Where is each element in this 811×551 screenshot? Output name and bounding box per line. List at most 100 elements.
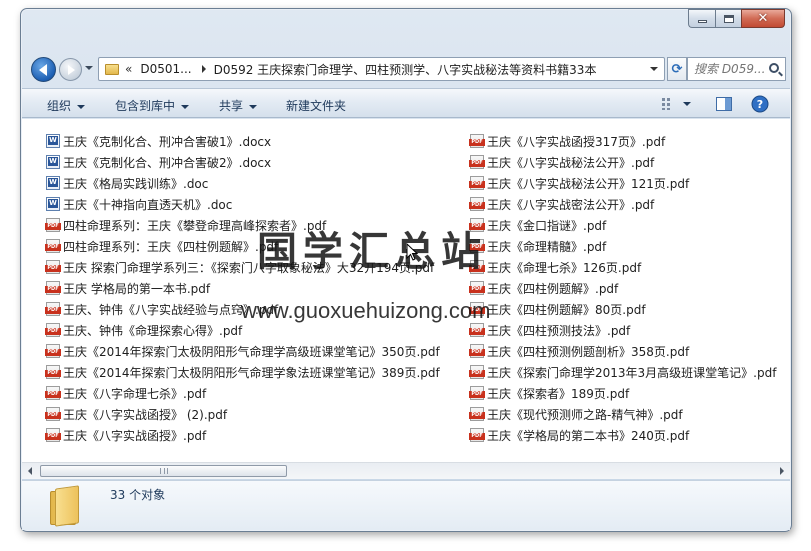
file-item[interactable]: 王庆《四柱预测例题剖析》358页.pdf	[469, 341, 690, 361]
file-item[interactable]: 王庆《金口指谜》.pdf	[469, 215, 606, 235]
caption-buttons: ✕	[688, 9, 785, 28]
file-item[interactable]: 王庆《四柱预测技法》.pdf	[469, 320, 631, 340]
maximize-button[interactable]	[715, 9, 741, 28]
file-name: 王庆《2014年探索门太极阴阳形气命理学象法班课堂笔记》389页.pdf	[63, 365, 440, 380]
file-item[interactable]: 王庆 学格局的第一本书.pdf	[45, 278, 211, 298]
help-button[interactable]: ?	[751, 95, 769, 116]
pdf-file-icon	[469, 155, 485, 169]
file-item[interactable]: 王庆《八字命理七杀》.pdf	[45, 383, 206, 403]
forward-arrow-icon	[68, 64, 75, 75]
pdf-file-icon	[45, 218, 61, 232]
file-item[interactable]: 王庆《学格局的第二本书》240页.pdf	[469, 425, 690, 445]
command-bar: 组织 包含到库中 共享 新建文件夹 ?	[22, 88, 790, 118]
pdf-file-icon	[45, 239, 61, 253]
address-dropdown-icon[interactable]	[650, 67, 658, 71]
views-icon	[662, 98, 691, 110]
pdf-file-icon	[469, 386, 485, 400]
file-item[interactable]: 王庆《格局实践训练》.doc	[46, 173, 208, 193]
help-icon: ?	[751, 95, 769, 113]
file-name: 王庆《八字实战密法公开》.pdf	[487, 197, 655, 212]
word-file-icon	[46, 197, 60, 211]
file-item[interactable]: 王庆《八字实战秘法公开》.pdf	[469, 152, 655, 172]
share-button[interactable]: 共享	[219, 97, 258, 114]
file-name: 王庆《命理七杀》126页.pdf	[487, 260, 642, 275]
recent-pages-dropdown[interactable]	[85, 66, 93, 70]
file-item[interactable]: 王庆《现代预测师之路-精气神》.pdf	[469, 404, 683, 424]
breadcrumb-current[interactable]: D0592 王庆探索门命理学、四柱预测学、八字实战秘法等资料书籍33本	[214, 61, 597, 78]
file-name: 王庆 学格局的第一本书.pdf	[63, 281, 211, 296]
svg-text:?: ?	[757, 98, 763, 111]
scroll-left-icon[interactable]	[28, 467, 32, 475]
file-name: 王庆《命理精髓》.pdf	[487, 239, 607, 254]
file-item[interactable]: 王庆《命理七杀》126页.pdf	[469, 257, 642, 277]
item-count: 33 个对象	[110, 488, 166, 502]
new-folder-button[interactable]: 新建文件夹	[286, 97, 346, 114]
breadcrumb-separator-icon[interactable]	[201, 65, 206, 73]
word-file-icon	[46, 134, 60, 148]
file-item[interactable]: 王庆《八字实战函授》.pdf	[45, 425, 206, 445]
file-name: 王庆《克制化合、刑冲合害破1》.docx	[63, 134, 272, 149]
pdf-file-icon	[45, 323, 61, 337]
address-bar[interactable]: « D0501... D0592 王庆探索门命理学、四柱预测学、八字实战秘法等资…	[98, 57, 665, 81]
file-name: 王庆《四柱例题解》.pdf	[487, 281, 619, 296]
file-item[interactable]: 王庆、钟伟《命理探索心得》.pdf	[45, 320, 243, 340]
file-name: 王庆《四柱预测技法》.pdf	[487, 323, 631, 338]
file-item[interactable]: 王庆《探索门命理学2013年3月高级班课堂笔记》.pdf	[469, 362, 776, 382]
file-item[interactable]: 王庆《十神指向直透天机》.doc	[46, 194, 232, 214]
views-button[interactable]	[661, 97, 691, 114]
file-name: 王庆《八字实战秘法公开》121页.pdf	[487, 176, 690, 191]
file-item[interactable]: 王庆《八字实战函授317页》.pdf	[469, 131, 666, 151]
pdf-file-icon	[45, 302, 61, 316]
pdf-file-icon	[45, 386, 61, 400]
pdf-file-icon	[45, 260, 61, 274]
file-name: 王庆《四柱例题解》80页.pdf	[487, 302, 646, 317]
minimize-button[interactable]	[688, 9, 715, 28]
preview-pane-button[interactable]	[716, 97, 732, 114]
file-item[interactable]: 王庆《八字实战函授》 (2).pdf	[45, 404, 227, 424]
file-item[interactable]: 王庆《克制化合、刑冲合害破2》.docx	[46, 152, 271, 172]
file-name: 四柱命理系列：王庆《四柱例题解》.pdf	[63, 239, 279, 254]
file-item[interactable]: 王庆《八字实战秘法公开》121页.pdf	[469, 173, 690, 193]
file-item[interactable]: 王庆《2014年探索门太极阴阳形气命理学高级班课堂笔记》350页.pdf	[45, 341, 440, 361]
organize-button[interactable]: 组织	[47, 97, 86, 114]
file-name: 王庆《学格局的第二本书》240页.pdf	[487, 428, 690, 443]
file-item[interactable]: 四柱命理系列：王庆《四柱例题解》.pdf	[45, 236, 279, 256]
close-button[interactable]: ✕	[741, 9, 785, 28]
horizontal-scrollbar[interactable]	[22, 462, 790, 479]
pdf-file-icon	[469, 197, 485, 211]
file-name: 王庆《八字实战秘法公开》.pdf	[487, 155, 655, 170]
file-item[interactable]: 王庆《四柱例题解》80页.pdf	[469, 299, 646, 319]
file-item[interactable]: 王庆《命理精髓》.pdf	[469, 236, 607, 256]
include-in-library-button[interactable]: 包含到库中	[115, 97, 190, 114]
search-icon[interactable]	[769, 63, 779, 73]
include-in-library-label: 包含到库中	[115, 99, 176, 113]
file-name: 王庆《四柱预测例题剖析》358页.pdf	[487, 344, 690, 359]
watermark-text: 国学汇总站	[257, 228, 487, 275]
file-name: 王庆《探索者》189页.pdf	[487, 386, 630, 401]
pdf-file-icon	[469, 176, 485, 190]
refresh-button[interactable]: ⟳	[667, 57, 687, 81]
file-item[interactable]: 王庆《八字实战密法公开》.pdf	[469, 194, 655, 214]
search-input[interactable]	[694, 62, 770, 76]
details-pane: 33 个对象	[22, 480, 790, 530]
watermark-url: www.guoxuehuizong.com	[241, 298, 491, 323]
overflow-chevron[interactable]: «	[125, 62, 132, 76]
back-arrow-icon	[38, 63, 47, 76]
folder-icon	[50, 485, 80, 527]
pdf-file-icon	[469, 407, 485, 421]
file-item[interactable]: 王庆《探索者》189页.pdf	[469, 383, 630, 403]
file-item[interactable]: 王庆《四柱例题解》.pdf	[469, 278, 619, 298]
scrollbar-thumb[interactable]	[40, 465, 287, 477]
back-button[interactable]	[31, 57, 56, 82]
file-list[interactable]: 王庆《克制化合、刑冲合害破1》.docx 王庆《克制化合、刑冲合害破2》.doc…	[22, 119, 790, 462]
file-name: 王庆、钟伟《命理探索心得》.pdf	[63, 323, 243, 338]
file-item[interactable]: 王庆《2014年探索门太极阴阳形气命理学象法班课堂笔记》389页.pdf	[45, 362, 440, 382]
forward-button[interactable]	[59, 58, 82, 81]
pdf-file-icon	[469, 428, 485, 442]
share-label: 共享	[219, 99, 244, 113]
file-name: 王庆《八字实战函授317页》.pdf	[487, 134, 666, 149]
file-item[interactable]: 王庆《克制化合、刑冲合害破1》.docx	[46, 131, 271, 151]
scroll-right-icon[interactable]	[780, 467, 784, 475]
search-box[interactable]	[687, 57, 786, 81]
breadcrumb-parent[interactable]: D0501...	[140, 62, 191, 76]
